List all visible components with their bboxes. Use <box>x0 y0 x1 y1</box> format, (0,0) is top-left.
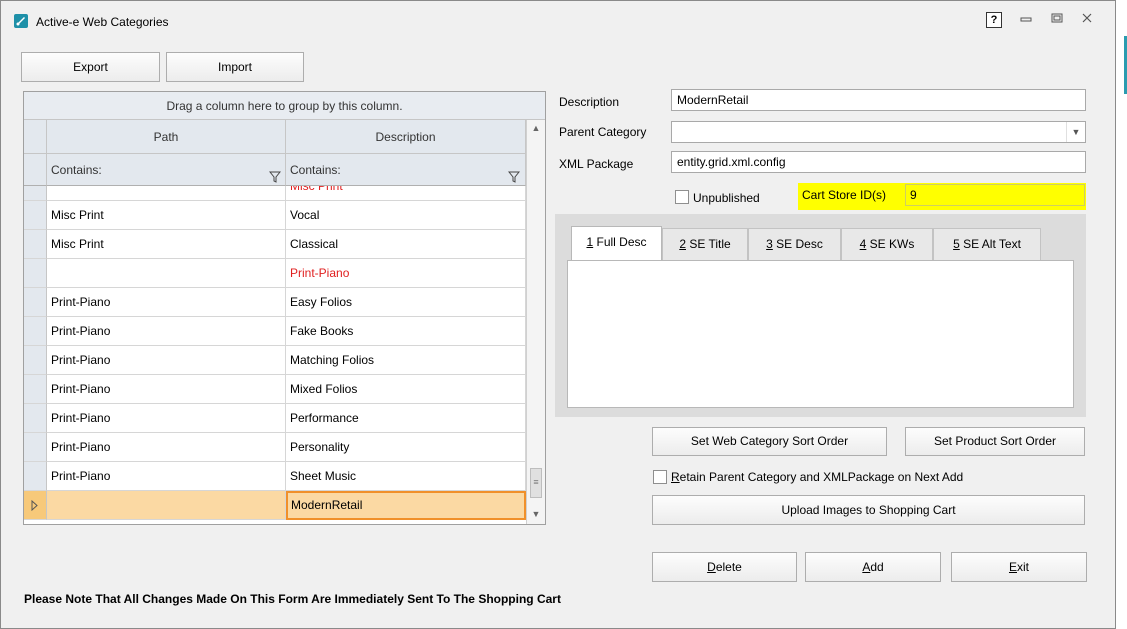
unpublished-label: Unpublished <box>693 191 760 205</box>
cell-path[interactable]: Print-Piano <box>47 404 286 433</box>
exit-button[interactable]: Exit <box>951 552 1087 582</box>
export-label: Export <box>73 60 108 74</box>
filter-description[interactable]: Contains: <box>286 154 526 186</box>
xml-package-input[interactable]: entity.grid.xml.config <box>671 151 1086 173</box>
chevron-down-icon[interactable]: ▼ <box>1066 122 1085 142</box>
table-row[interactable]: Misc Print Classical <box>24 230 526 259</box>
cell-description-focused[interactable]: ModernRetail <box>286 491 526 520</box>
cell-path[interactable] <box>47 186 286 201</box>
help-button[interactable]: ? <box>986 12 1002 28</box>
row-indicator <box>24 491 47 520</box>
cell-description[interactable]: Classical <box>286 230 526 259</box>
table-row[interactable]: Print-Piano <box>24 259 526 288</box>
delete-button[interactable]: Delete <box>652 552 797 582</box>
upload-images-button[interactable]: Upload Images to Shopping Cart <box>652 495 1085 525</box>
description-label: Description <box>559 95 620 109</box>
column-header-path[interactable]: Path <box>47 120 286 154</box>
set-product-sort-button[interactable]: Set Product Sort Order <box>905 427 1085 456</box>
table-row-selected[interactable]: ModernRetail <box>24 491 526 520</box>
xml-package-label: XML Package <box>559 157 634 171</box>
table-row[interactable]: Print-Piano Performance <box>24 404 526 433</box>
cell-description[interactable]: Mixed Folios <box>286 375 526 404</box>
cell-path[interactable]: Print-Piano <box>47 317 286 346</box>
cell-path[interactable]: Print-Piano <box>47 346 286 375</box>
tab-se-title[interactable]: 2 SE Title <box>662 228 748 260</box>
import-label: Import <box>217 60 252 74</box>
table-row[interactable]: Print-Piano Personality <box>24 433 526 462</box>
export-button[interactable]: Export <box>21 52 160 82</box>
table-row[interactable]: Print-Piano Matching Folios <box>24 346 526 375</box>
window-title: Active-e Web Categories <box>36 15 169 29</box>
cell-path[interactable]: Print-Piano <box>47 375 286 404</box>
tab-se-desc[interactable]: 3 SE Desc <box>748 228 841 260</box>
cell-path[interactable]: Misc Print <box>47 201 286 230</box>
scroll-up-icon[interactable]: ▲ <box>527 120 545 137</box>
cell-path[interactable]: Print-Piano <box>47 433 286 462</box>
categories-window: Active-e Web Categories ? Export Import … <box>0 0 1116 629</box>
table-row[interactable]: Print-Piano Mixed Folios <box>24 375 526 404</box>
title-bar: Active-e Web Categories ? <box>1 1 1115 39</box>
cell-path[interactable]: Print-Piano <box>47 288 286 317</box>
close-icon[interactable] <box>1079 12 1095 28</box>
app-icon <box>14 14 28 28</box>
tab-full-desc[interactable]: 1 Full Desc <box>571 226 662 261</box>
set-web-category-sort-button[interactable]: Set Web Category Sort Order <box>652 427 887 456</box>
background-edge <box>1116 0 1127 629</box>
cell-description[interactable]: Personality <box>286 433 526 462</box>
table-row[interactable]: Print-Piano Sheet Music <box>24 462 526 491</box>
filter-row-indicator <box>24 154 47 186</box>
table-row[interactable]: Print-Piano Easy Folios <box>24 288 526 317</box>
filter-description-label: Contains: <box>290 163 341 177</box>
cell-path[interactable] <box>47 491 286 520</box>
parent-category-select[interactable]: ▼ <box>671 121 1086 143</box>
header-row-indicator <box>24 120 47 154</box>
table-row[interactable]: Print-Piano Fake Books <box>24 317 526 346</box>
cell-description[interactable]: Sheet Music <box>286 462 526 491</box>
cell-description[interactable]: Matching Folios <box>286 346 526 375</box>
categories-grid: Drag a column here to group by this colu… <box>23 91 546 525</box>
filter-path-label: Contains: <box>51 163 102 177</box>
import-button[interactable]: Import <box>166 52 304 82</box>
column-header-description[interactable]: Description <box>286 120 526 154</box>
filter-row: Contains: Contains: <box>24 154 526 186</box>
grid-vertical-scrollbar[interactable]: ▲ ≡ ▼ <box>526 120 545 524</box>
full-desc-editor[interactable] <box>567 260 1074 408</box>
cell-path[interactable]: Print-Piano <box>47 462 286 491</box>
description-tabs: 1 Full Desc 2 SE Title 3 SE Desc 4 SE KW… <box>555 214 1086 417</box>
filter-path[interactable]: Contains: <box>47 154 286 186</box>
scroll-down-icon[interactable]: ▼ <box>527 506 545 523</box>
grid-rows: Misc Print Misc Print Vocal Misc Print Cla… <box>24 186 526 524</box>
description-input[interactable]: ModernRetail <box>671 89 1086 111</box>
unpublished-checkbox[interactable] <box>675 190 689 204</box>
grid-header: Path Description <box>24 120 526 154</box>
add-button[interactable]: Add <box>805 552 941 582</box>
cell-description[interactable]: Fake Books <box>286 317 526 346</box>
tab-se-kws[interactable]: 4 SE KWs <box>841 228 933 260</box>
cell-description[interactable]: Easy Folios <box>286 288 526 317</box>
cell-description[interactable]: Vocal <box>286 201 526 230</box>
changes-notice: Please Note That All Changes Made On Thi… <box>24 592 561 606</box>
scroll-thumb[interactable]: ≡ <box>530 468 542 498</box>
cell-path[interactable]: Misc Print <box>47 230 286 259</box>
cell-description[interactable]: Performance <box>286 404 526 433</box>
cart-store-label: Cart Store ID(s) <box>802 188 887 202</box>
table-row[interactable]: Misc Print <box>24 186 526 201</box>
minimize-icon[interactable] <box>1018 12 1034 28</box>
cart-store-input[interactable]: 9 <box>905 184 1085 206</box>
maximize-icon[interactable] <box>1049 12 1065 28</box>
cell-description[interactable]: Print-Piano <box>286 259 526 288</box>
retain-parent-label: Retain Parent Category and XMLPackage on… <box>671 470 964 484</box>
table-row[interactable]: Misc Print Vocal <box>24 201 526 230</box>
cell-path[interactable] <box>47 259 286 288</box>
cell-description[interactable]: Misc Print <box>286 186 526 201</box>
retain-parent-checkbox[interactable] <box>653 470 667 484</box>
parent-category-label: Parent Category <box>559 125 647 139</box>
group-by-panel[interactable]: Drag a column here to group by this colu… <box>24 92 545 120</box>
tab-se-alt-text[interactable]: 5 SE Alt Text <box>933 228 1041 260</box>
